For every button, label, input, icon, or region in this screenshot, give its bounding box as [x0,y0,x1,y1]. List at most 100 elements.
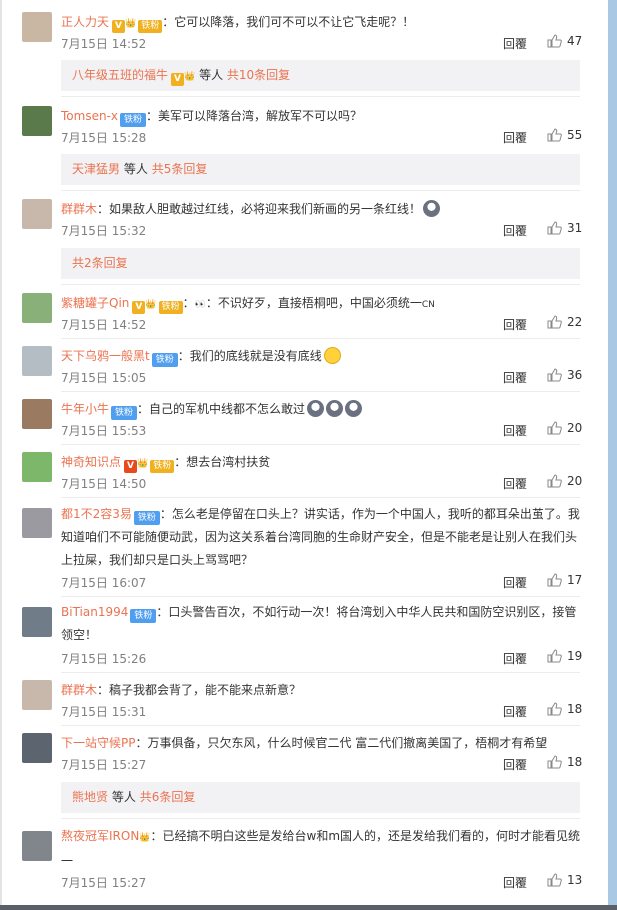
reply-summary[interactable]: 共2条回复 [61,248,580,279]
like-button[interactable]: 19 [547,649,582,663]
crown-icon: 👑 [184,72,196,82]
username[interactable]: Tomsen-x [61,109,118,123]
reply-button[interactable]: 回覆 [503,35,527,52]
reply-button[interactable]: 回覆 [503,422,527,439]
comment-body: 天下乌鸦一般黑t 铁粉 ：我们的底线就是没有底线 [61,346,341,367]
divider [61,284,580,285]
reply-summary[interactable]: 天津猛男 等人 共5条回复 [61,154,580,185]
divider [61,444,580,445]
timestamp: 7月15日 16:07 [61,576,147,590]
smile-emoji-icon [323,347,341,364]
comment-text: ：它可以降落，我们可不可以不让它飞走呢？！ [162,15,415,29]
avatar[interactable] [22,293,52,323]
like-button[interactable]: 47 [547,34,582,48]
avatar[interactable] [22,399,52,429]
fan-badge: 铁粉 [120,113,147,127]
reply-count-link[interactable]: 共6条回复 [140,790,196,804]
like-button[interactable]: 13 [547,873,582,887]
reply-button[interactable]: 回覆 [503,703,527,720]
like-count: 22 [567,315,583,329]
comment-body: 牛年小牛 铁粉 ：自己的军机中线都不怎么敢过 [61,399,363,420]
reply-button[interactable]: 回覆 [503,756,527,773]
comment-body: 下一站守候PP：万事俱备，只欠东风，什么时候官二代 富二代们撤离美国了，梧桐才有… [61,733,547,753]
avatar[interactable] [22,12,52,42]
like-count: 17 [567,573,583,587]
eyes-emoji-icon: 👀 [194,300,206,310]
avatar[interactable] [22,452,52,482]
username[interactable]: 群群木 [61,683,97,697]
reply-button[interactable]: 回覆 [503,574,527,591]
like-count: 18 [567,702,583,716]
reply-button[interactable]: 回覆 [503,475,527,492]
username[interactable]: 正人力天 [61,15,109,29]
like-button[interactable]: 20 [547,474,582,488]
fan-badge: 铁粉 [130,609,157,623]
reply-button[interactable]: 回覆 [503,316,527,333]
thumbs-up-icon [547,474,562,488]
reply-count-link[interactable]: 共10条回复 [227,68,290,82]
reply-count-link[interactable]: 共2条回复 [72,256,128,270]
reply-user[interactable]: 天津猛男 [72,162,120,176]
avatar[interactable] [22,199,52,229]
divider [61,96,580,97]
reply-button[interactable]: 回覆 [503,874,527,891]
like-button[interactable]: 22 [547,315,582,329]
like-button[interactable]: 55 [547,128,582,142]
like-button[interactable]: 36 [547,368,582,382]
username[interactable]: 群群木 [61,202,97,216]
username[interactable]: 牛年小牛 [61,402,109,416]
reply-button[interactable]: 回覆 [503,650,527,667]
like-count: 18 [567,755,583,769]
username[interactable]: 天下乌鸦一般黑t [61,349,150,363]
like-button[interactable]: 31 [547,221,582,235]
crown-icon: 👑 [137,459,149,469]
reply-user[interactable]: 八年级五班的福牛 [72,68,168,82]
like-button[interactable]: 17 [547,573,582,587]
comment-feed: 正人力天 V 👑 铁粉 ：它可以降落，我们可不可以不让它飞走呢？！ 7月15日 14:5… [0,0,607,905]
thumbs-up-icon [547,421,562,435]
avatar[interactable] [22,831,52,861]
reply-user[interactable]: 熊地贤 [72,790,108,804]
username[interactable]: 熬夜冠军IRON [61,829,139,843]
avatar[interactable] [22,106,52,136]
timestamp: 7月15日 15:28 [61,131,147,145]
divider [61,391,580,392]
comment-text: ：美军可以降落台湾，解放军不可以吗？ [146,109,363,123]
emoji-fear-icon [423,200,441,217]
reply-count-link[interactable]: 共5条回复 [152,162,208,176]
username[interactable]: 都1不2容3易 [61,507,132,521]
username[interactable]: 神奇知识点 [61,455,121,469]
divider [61,818,580,819]
comment-text: ：万事俱备，只欠东风，什么时候官二代 富二代们撤离美国了，梧桐才有希望 [135,736,548,750]
like-button[interactable]: 20 [547,421,582,435]
username[interactable]: 下一站守候PP [61,736,135,750]
divider [61,672,580,673]
fan-badge: 铁粉 [158,301,183,314]
timestamp: 7月15日 15:31 [61,705,147,719]
like-button[interactable]: 18 [547,755,582,769]
avatar[interactable] [22,680,52,710]
username[interactable]: 紫糖罐子Qin [61,296,129,310]
reply-button[interactable]: 回覆 [503,129,527,146]
avatar[interactable] [22,346,52,376]
reply-summary[interactable]: 八年级五班的福牛 V 👑 等人 共10条回复 [61,60,580,91]
scrollbar-track[interactable] [608,0,617,910]
reply-button[interactable]: 回覆 [503,369,527,386]
username[interactable]: BiTian1994 [61,605,128,619]
divider [61,596,580,597]
timestamp: 7月15日 15:27 [61,758,147,772]
reply-button[interactable]: 回覆 [503,222,527,239]
avatar[interactable] [22,733,52,763]
thumbs-up-icon [547,702,562,716]
taskbar [0,905,617,910]
avatar[interactable] [22,508,52,538]
and-others-label: 等人 [123,162,148,176]
fan-badge: 铁粉 [150,460,175,473]
thumbs-up-icon [547,368,562,382]
emoji-fear-icon [307,400,325,417]
timestamp: 7月15日 14:50 [61,477,147,491]
avatar[interactable] [22,607,52,637]
reply-summary[interactable]: 熊地贤 等人 共6条回复 [61,782,580,813]
fan-badge: 铁粉 [111,406,138,420]
like-button[interactable]: 18 [547,702,582,716]
